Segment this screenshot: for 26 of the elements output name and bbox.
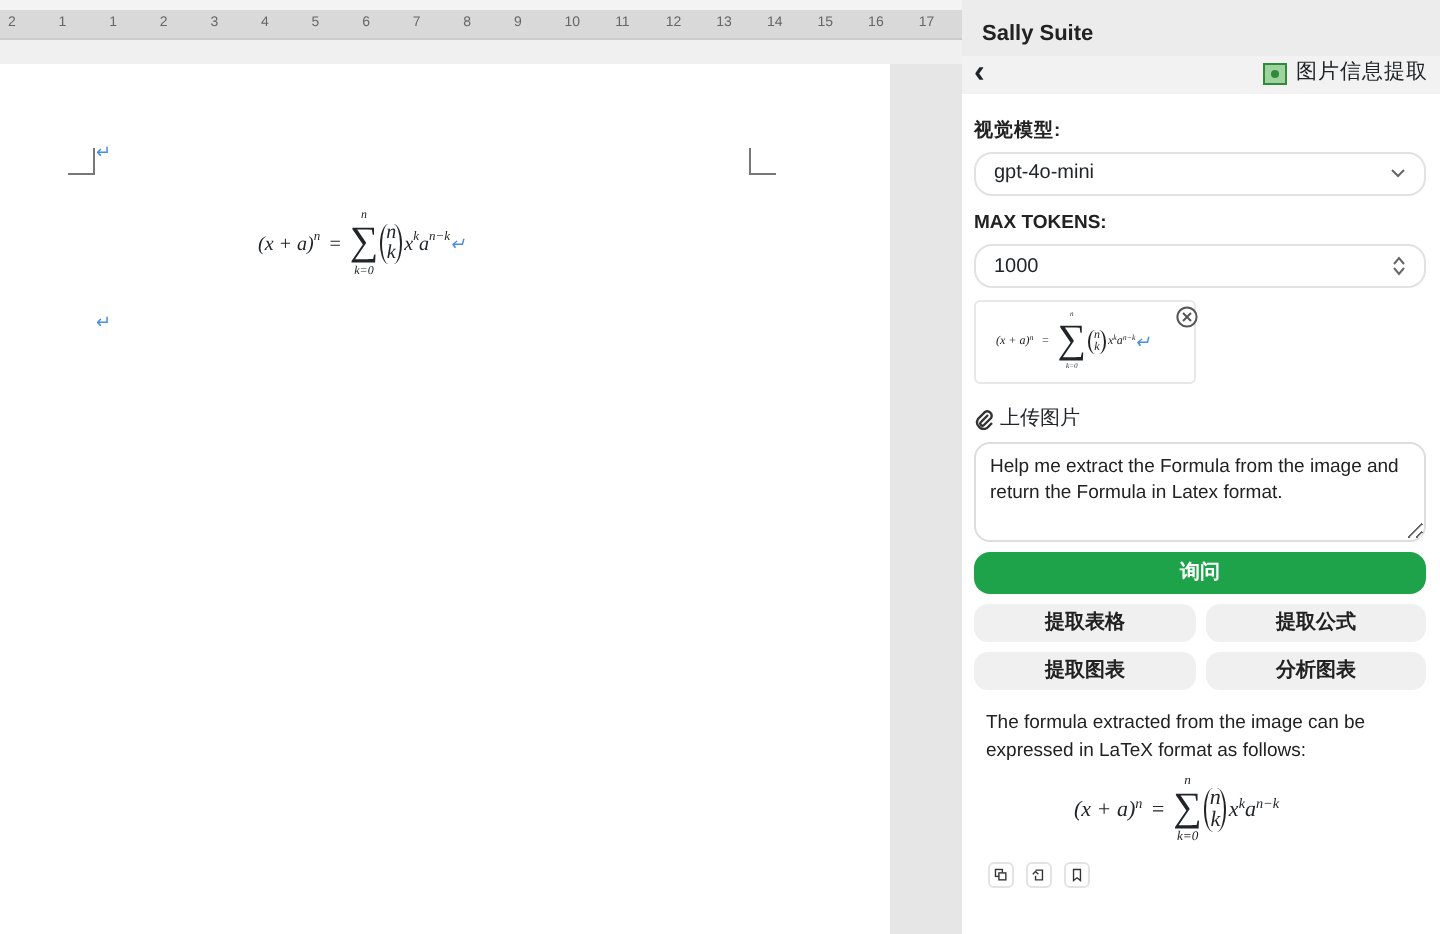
crop-mark-icon: [68, 148, 96, 176]
feature-title: 图片信息提取: [1296, 57, 1428, 88]
export-icon[interactable]: [1026, 861, 1052, 888]
action-button[interactable]: 提取图表: [974, 652, 1195, 690]
spinner-icon: [1392, 256, 1406, 276]
paragraph-mark: ↵: [96, 314, 114, 332]
panel-title: Sally Suite: [962, 0, 1440, 55]
action-button[interactable]: 提取表格: [974, 604, 1195, 642]
field-label: MAX TOKENS:: [974, 209, 1109, 238]
frame-icon: [1262, 61, 1288, 85]
crop-mark-icon: [748, 148, 776, 176]
paperclip-icon: [974, 408, 994, 430]
copy-icon[interactable]: [988, 861, 1014, 888]
field-label: 视觉模型:: [974, 117, 1063, 145]
close-icon[interactable]: [1176, 306, 1198, 328]
paragraph-mark: ↵: [96, 144, 114, 162]
tokens-field[interactable]: 1000: [974, 244, 1426, 288]
action-button[interactable]: 分析图表: [1205, 652, 1426, 690]
bookmark-icon[interactable]: [1064, 861, 1090, 888]
answer-text: The formula extracted from the image can be expressed in LaTeX format as follows:: [986, 710, 1368, 766]
upload-link[interactable]: 上传图片: [1000, 404, 1080, 434]
model-select[interactable]: gpt-4o-mini: [974, 151, 1426, 196]
action-button[interactable]: 提取公式: [1205, 604, 1426, 642]
prompt-input[interactable]: Help me extract the Formula from the image and return the Formula in Latex format.: [974, 442, 1426, 542]
back-button[interactable]: ‹: [974, 57, 985, 89]
chevron-down-icon: [1390, 168, 1406, 179]
